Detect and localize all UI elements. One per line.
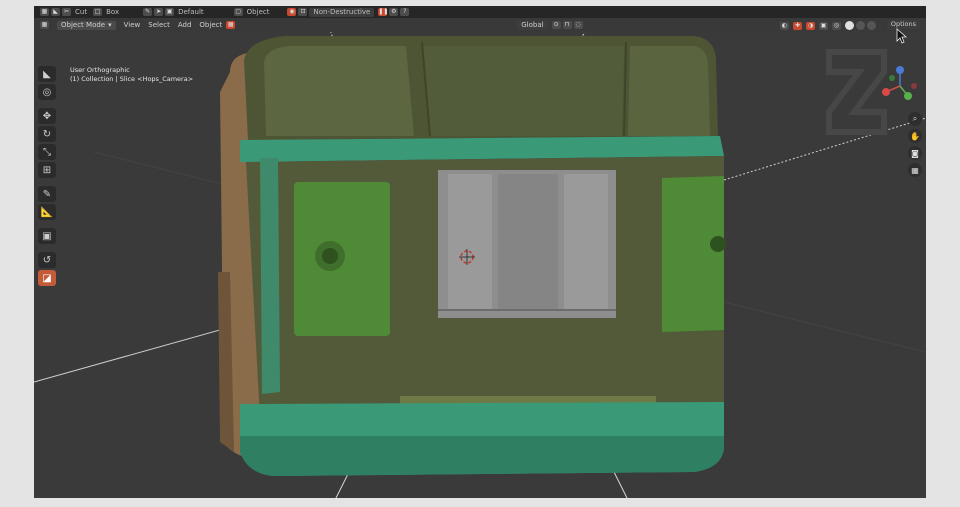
arrow-icon[interactable]: ➤ bbox=[154, 8, 164, 16]
gizmo-icon[interactable]: ✚ bbox=[793, 21, 802, 30]
hops-icon[interactable]: ◪ bbox=[38, 270, 56, 286]
chevron-down-icon: ▾ bbox=[108, 20, 112, 29]
solid-shading-icon[interactable] bbox=[845, 21, 854, 30]
pause-icon[interactable]: ❚❚ bbox=[378, 8, 388, 16]
mode-label: Object Mode bbox=[61, 20, 106, 29]
snap-icon[interactable]: ⊓ bbox=[562, 21, 572, 29]
gizmo-z-axis[interactable] bbox=[896, 66, 904, 74]
gizmo-neg-x[interactable] bbox=[911, 83, 917, 89]
viewport-type-icon[interactable]: ▦ bbox=[40, 21, 49, 29]
measure-icon[interactable]: 📐 bbox=[38, 204, 56, 220]
material-shading-icon[interactable] bbox=[856, 21, 865, 30]
hardops-icon[interactable]: ▦ bbox=[226, 21, 236, 29]
gizmo-y-axis[interactable] bbox=[904, 92, 912, 100]
cutter-section bbox=[498, 174, 558, 310]
bolt-hole-right bbox=[710, 236, 726, 252]
editor-type-icon[interactable]: ▦ bbox=[40, 8, 49, 16]
mode-dropdown[interactable]: Object Mode ▾ bbox=[57, 20, 116, 30]
pen-icon[interactable]: ✎ bbox=[143, 8, 153, 16]
body-left-edge bbox=[260, 158, 280, 394]
tool-label: Cut bbox=[75, 8, 88, 16]
default-label[interactable]: Default bbox=[178, 8, 204, 16]
non-destructive-dropdown[interactable]: Non-Destructive bbox=[309, 7, 375, 17]
lock-icon[interactable]: ▣ bbox=[165, 8, 175, 16]
background-watermark bbox=[826, 49, 887, 135]
viewport-info: User Orthographic (1) Collection | Slice… bbox=[70, 66, 193, 84]
link-icon[interactable]: ⊡ bbox=[298, 8, 308, 16]
spin-icon[interactable]: ↺ bbox=[38, 252, 56, 268]
box-shape-icon[interactable]: □ bbox=[93, 8, 103, 16]
guide-line bbox=[613, 471, 628, 498]
gizmo-x-axis[interactable] bbox=[882, 88, 890, 96]
lid-panel-right bbox=[628, 46, 710, 136]
cutter-section bbox=[448, 174, 492, 310]
pivot-icon[interactable]: ⊙ bbox=[551, 21, 561, 29]
annotate-icon[interactable]: ✎ bbox=[38, 186, 56, 202]
guide-line bbox=[723, 117, 926, 181]
viewport-display-controls: ◐ ✚ ◑ ▣ ◎ bbox=[780, 21, 876, 30]
left-toolbar: ◣ ◎ ✥ ↻ ⤡ ⊞ ✎ 📐 ▣ ↺ ◪ bbox=[38, 66, 58, 286]
lid-panel-left bbox=[264, 46, 414, 136]
transform-orientation-dropdown[interactable]: Global bbox=[517, 20, 548, 30]
help-icon[interactable]: ? bbox=[400, 8, 410, 16]
grid-line bbox=[723, 301, 926, 353]
cursor-icon[interactable]: ◎ bbox=[38, 84, 56, 100]
transform-icon[interactable]: ⊞ bbox=[38, 162, 56, 178]
rotate-icon[interactable]: ↻ bbox=[38, 126, 56, 142]
3d-viewport[interactable]: User Orthographic (1) Collection | Slice… bbox=[34, 28, 926, 498]
select-mode-icon[interactable]: ◣ bbox=[51, 8, 60, 16]
right-green-panel bbox=[662, 176, 724, 332]
scene-render bbox=[34, 32, 926, 498]
visibility-icon[interactable]: ◐ bbox=[780, 21, 789, 30]
menu-add[interactable]: Add bbox=[178, 21, 192, 29]
view-name: User Orthographic bbox=[70, 66, 130, 74]
gizmo-neg-y[interactable] bbox=[889, 75, 895, 81]
xray-icon[interactable]: ▣ bbox=[819, 21, 828, 30]
lower-teal-shadow bbox=[240, 436, 724, 476]
zoom-icon[interactable]: ⌕ bbox=[908, 112, 922, 126]
boolean-icon[interactable]: ◉ bbox=[287, 8, 297, 16]
select-box-icon[interactable]: ◣ bbox=[38, 66, 56, 82]
overlay-icon[interactable]: ◑ bbox=[806, 21, 815, 30]
grid-icon[interactable]: ▦ bbox=[908, 163, 922, 177]
blender-window: ▦ ◣ ✂ Cut □ Box ✎ ➤ ▣ Default ▢ Object ◉… bbox=[34, 6, 926, 498]
guide-line bbox=[335, 471, 350, 498]
add-cube-icon[interactable]: ▣ bbox=[38, 228, 56, 244]
move-icon[interactable]: ✥ bbox=[38, 108, 56, 124]
cutter-section bbox=[564, 174, 608, 310]
menu-view[interactable]: View bbox=[124, 21, 141, 29]
mouse-pointer-icon bbox=[896, 28, 908, 44]
menu-select[interactable]: Select bbox=[148, 21, 170, 29]
proportional-icon[interactable]: ◌ bbox=[573, 21, 583, 29]
navigation-buttons: ⌕ ✋ ◙ ▦ bbox=[908, 112, 922, 177]
shape-label: Box bbox=[106, 8, 120, 16]
rendered-shading-icon[interactable] bbox=[867, 21, 876, 30]
settings-icon[interactable]: ⚙ bbox=[389, 8, 399, 16]
menu-object[interactable]: Object bbox=[199, 21, 222, 29]
object-type-icon[interactable]: ▢ bbox=[233, 8, 243, 16]
lid-panel-center bbox=[422, 46, 624, 136]
wireframe-shading-icon[interactable]: ◎ bbox=[832, 21, 841, 30]
navigation-gizmo[interactable] bbox=[878, 60, 922, 110]
hand-icon[interactable]: ✋ bbox=[908, 129, 922, 143]
tool-header: ▦ ◣ ✂ Cut □ Box ✎ ➤ ▣ Default ▢ Object ◉… bbox=[34, 6, 926, 18]
collection-info: (1) Collection | Slice <Hops_Camera> bbox=[70, 75, 194, 83]
object-label[interactable]: Object bbox=[247, 8, 270, 16]
camera-icon[interactable]: ◙ bbox=[908, 146, 922, 160]
scale-icon[interactable]: ⤡ bbox=[38, 144, 56, 160]
bolt-hole-inner bbox=[322, 248, 338, 264]
cut-icon[interactable]: ✂ bbox=[62, 8, 71, 16]
